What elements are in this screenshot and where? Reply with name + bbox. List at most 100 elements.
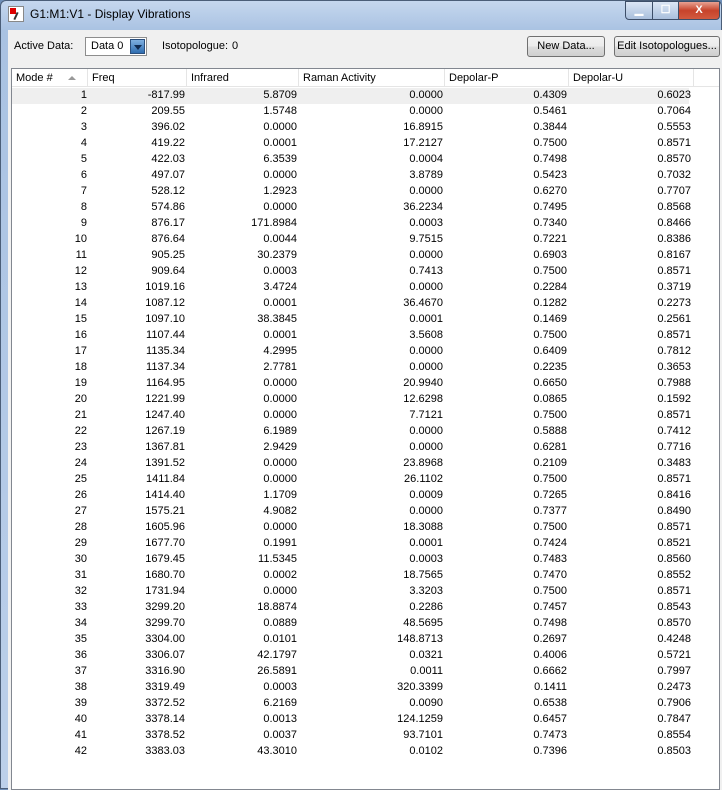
table-row[interactable]: 8 574.86 0.0000 36.2234 0.7495 0.8568: [12, 200, 691, 216]
cell-depolar-p: 0.2235: [533, 361, 567, 373]
table-row[interactable]: 15 1097.10 38.3845 0.0001 0.1469 0.2561: [12, 312, 691, 328]
table-row[interactable]: 36 3306.07 42.1797 0.0321 0.4006 0.5721: [12, 648, 691, 664]
table-row[interactable]: 33 3299.20 18.8874 0.2286 0.7457 0.8543: [12, 600, 691, 616]
table-row[interactable]: 21 1247.40 0.0000 7.7121 0.7500 0.8571: [12, 408, 691, 424]
cell-depolar-u: 0.8503: [657, 745, 691, 757]
table-row[interactable]: 32 1731.94 0.0000 3.3203 0.7500 0.8571: [12, 584, 691, 600]
column-header-label: Depolar-P: [449, 72, 499, 84]
cell-depolar-p: 0.7424: [533, 537, 567, 549]
cell-depolar-p: 0.6409: [533, 345, 567, 357]
table-row[interactable]: 42 3383.03 43.3010 0.0102 0.7396 0.8503: [12, 744, 691, 760]
cell-raman-activity: 7.7121: [409, 409, 443, 421]
table-row[interactable]: 31 1680.70 0.0002 18.7565 0.7470 0.8552: [12, 568, 691, 584]
table-row[interactable]: 27 1575.21 4.9082 0.0000 0.7377 0.8490: [12, 504, 691, 520]
cell-raman-activity: 23.8968: [403, 457, 443, 469]
chevron-down-icon[interactable]: [130, 39, 145, 54]
table-row[interactable]: 5 422.03 6.3539 0.0004 0.7498 0.8570: [12, 152, 691, 168]
cell-freq: 1679.45: [145, 553, 185, 565]
cell-mode: 6: [80, 169, 87, 181]
table-row[interactable]: 35 3304.00 0.0101 148.8713 0.2697 0.4248: [12, 632, 691, 648]
table-row[interactable]: 34 3299.70 0.0889 48.5695 0.7498 0.8570: [12, 616, 691, 632]
column-header-label: Infrared: [191, 72, 229, 84]
table-row[interactable]: 12 909.64 0.0003 0.7413 0.7500 0.8571: [12, 264, 691, 280]
vibrations-table[interactable]: Mode # Freq Infrared Raman Activity Depo…: [11, 68, 720, 790]
cell-raman-activity: 3.8789: [409, 169, 443, 181]
table-row[interactable]: 20 1221.99 0.0000 12.6298 0.0865 0.1592: [12, 392, 691, 408]
cell-freq: 396.02: [151, 121, 185, 133]
table-row[interactable]: 37 3316.90 26.5891 0.0011 0.6662 0.7997: [12, 664, 691, 680]
cell-freq: -817.99: [147, 89, 185, 101]
cell-infrared: 0.0000: [263, 409, 297, 421]
cell-depolar-u: 0.4248: [657, 633, 691, 645]
dialog-body: Active Data: Data 0 Isotopologue: 0 New …: [8, 30, 722, 790]
cell-depolar-p: 0.7265: [533, 489, 567, 501]
table-row[interactable]: 41 3378.52 0.0037 93.7101 0.7473 0.8554: [12, 728, 691, 744]
table-row[interactable]: 25 1411.84 0.0000 26.1102 0.7500 0.8571: [12, 472, 691, 488]
cell-mode: 9: [80, 217, 87, 229]
table-row[interactable]: 13 1019.16 3.4724 0.0000 0.2284 0.3719: [12, 280, 691, 296]
table-row[interactable]: 3 396.02 0.0000 16.8915 0.3844 0.5553: [12, 120, 691, 136]
cell-raman-activity: 0.0003: [409, 553, 443, 565]
close-button[interactable]: X: [678, 1, 720, 20]
column-header-infrared[interactable]: Infrared: [187, 69, 299, 87]
edit-isotopologues-button[interactable]: Edit Isotopologues...: [614, 36, 720, 57]
column-header-depolar-p[interactable]: Depolar-P: [445, 69, 569, 87]
table-row[interactable]: 29 1677.70 0.1991 0.0001 0.7424 0.8521: [12, 536, 691, 552]
cell-infrared: 2.7781: [263, 361, 297, 373]
cell-depolar-u: 0.8571: [657, 137, 691, 149]
table-row[interactable]: 4 419.22 0.0001 17.2127 0.7500 0.8571: [12, 136, 691, 152]
column-header-mode[interactable]: Mode #: [12, 69, 88, 87]
table-row[interactable]: 10 876.64 0.0044 9.7515 0.7221 0.8386: [12, 232, 691, 248]
column-header-freq[interactable]: Freq: [88, 69, 187, 87]
table-row[interactable]: 2 209.55 1.5748 0.0000 0.5461 0.7064: [12, 104, 691, 120]
table-row[interactable]: 1 -817.99 5.8709 0.0000 0.4309 0.6023: [12, 88, 691, 104]
table-row[interactable]: 9 876.17 171.8984 0.0003 0.7340 0.8466: [12, 216, 691, 232]
table-row[interactable]: 30 1679.45 11.5345 0.0003 0.7483 0.8560: [12, 552, 691, 568]
table-row[interactable]: 19 1164.95 0.0000 20.9940 0.6650 0.7988: [12, 376, 691, 392]
table-row[interactable]: 23 1367.81 2.9429 0.0000 0.6281 0.7716: [12, 440, 691, 456]
table-row[interactable]: 39 3372.52 6.2169 0.0090 0.6538 0.7906: [12, 696, 691, 712]
table-row[interactable]: 24 1391.52 0.0000 23.8968 0.2109 0.3483: [12, 456, 691, 472]
table-row[interactable]: 7 528.12 1.2923 0.0000 0.6270 0.7707: [12, 184, 691, 200]
cell-freq: 3316.90: [145, 665, 185, 677]
maximize-button[interactable]: ☐: [652, 1, 679, 20]
table-row[interactable]: 6 497.07 0.0000 3.8789 0.5423 0.7032: [12, 168, 691, 184]
cell-depolar-p: 0.7500: [533, 585, 567, 597]
table-row[interactable]: 17 1135.34 4.2995 0.0000 0.6409 0.7812: [12, 344, 691, 360]
cell-depolar-p: 0.7498: [533, 617, 567, 629]
table-row[interactable]: 16 1107.44 0.0001 3.5608 0.7500 0.8571: [12, 328, 691, 344]
column-header-label: Freq: [92, 72, 115, 84]
cell-infrared: 3.4724: [263, 281, 297, 293]
cell-depolar-p: 0.6662: [533, 665, 567, 677]
cell-depolar-u: 0.8570: [657, 153, 691, 165]
cell-depolar-p: 0.7500: [533, 137, 567, 149]
cell-infrared: 0.0000: [263, 473, 297, 485]
cell-mode: 23: [74, 441, 87, 453]
new-data-button[interactable]: New Data...: [527, 36, 605, 57]
cell-freq: 1221.99: [145, 393, 185, 405]
cell-infrared: 0.1991: [263, 537, 297, 549]
table-row[interactable]: 14 1087.12 0.0001 36.4670 0.1282 0.2273: [12, 296, 691, 312]
cell-freq: 3306.07: [145, 649, 185, 661]
table-row[interactable]: 28 1605.96 0.0000 18.3088 0.7500 0.8571: [12, 520, 691, 536]
column-header-depolar-u[interactable]: Depolar-U: [569, 69, 694, 87]
minimize-button[interactable]: ▁: [625, 1, 653, 20]
cell-raman-activity: 0.0000: [409, 105, 443, 117]
cell-mode: 21: [74, 409, 87, 421]
column-header-raman-activity[interactable]: Raman Activity: [299, 69, 445, 87]
cell-depolar-p: 0.7470: [533, 569, 567, 581]
table-row[interactable]: 22 1267.19 6.1989 0.0000 0.5888 0.7412: [12, 424, 691, 440]
cell-mode: 20: [74, 393, 87, 405]
cell-raman-activity: 93.7101: [403, 729, 443, 741]
table-row[interactable]: 11 905.25 30.2379 0.0000 0.6903 0.8167: [12, 248, 691, 264]
table-row[interactable]: 26 1414.40 1.1709 0.0009 0.7265 0.8416: [12, 488, 691, 504]
cell-mode: 10: [74, 233, 87, 245]
active-data-dropdown[interactable]: Data 0: [85, 37, 147, 56]
cell-raman-activity: 36.4670: [403, 297, 443, 309]
table-row[interactable]: 38 3319.49 0.0003 320.3399 0.1411 0.2473: [12, 680, 691, 696]
cell-infrared: 18.8874: [257, 601, 297, 613]
cell-infrared: 1.2923: [263, 185, 297, 197]
table-row[interactable]: 18 1137.34 2.7781 0.0000 0.2235 0.3653: [12, 360, 691, 376]
title-bar[interactable]: G1:M1:V1 - Display Vibrations ▁ ☐ X: [1, 1, 721, 29]
table-row[interactable]: 40 3378.14 0.0013 124.1259 0.6457 0.7847: [12, 712, 691, 728]
